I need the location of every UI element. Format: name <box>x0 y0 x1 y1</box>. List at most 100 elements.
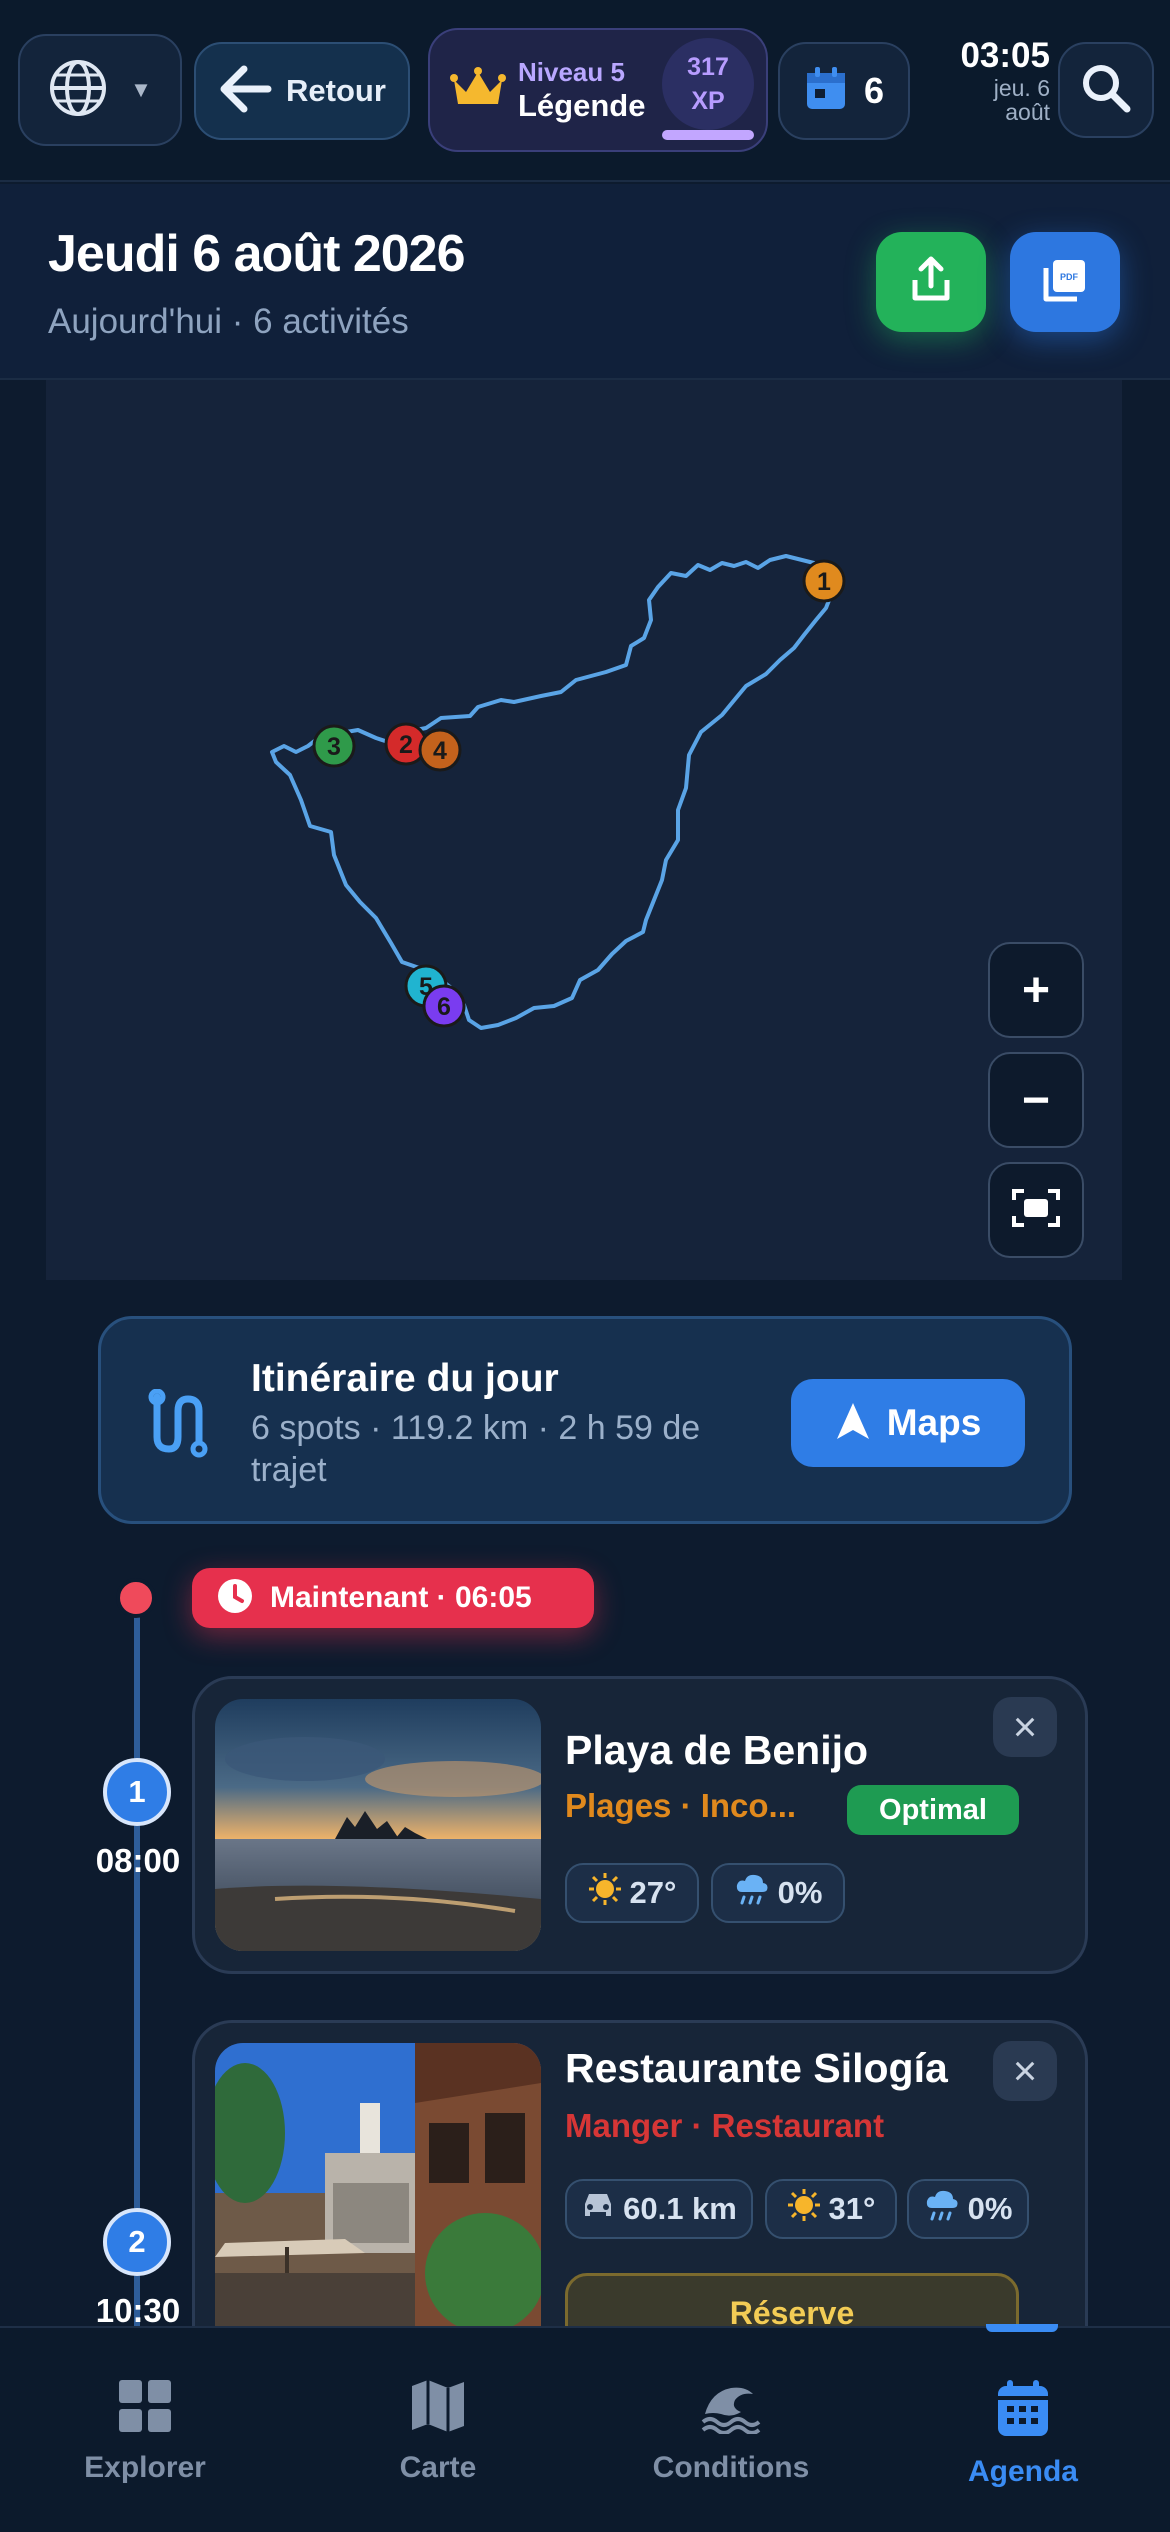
calendar-icon <box>804 65 848 118</box>
close-icon: × <box>1012 1703 1038 1750</box>
nav-conditions[interactable]: Conditions <box>586 2378 876 2485</box>
day-subtitle: Aujourd'hui · 6 activités <box>48 302 409 341</box>
clock: 03:05 jeu. 6 août <box>930 36 1050 124</box>
route-icon <box>145 1388 211 1464</box>
map-marker-3[interactable]: 3 <box>312 724 356 768</box>
rain-pill: 0% <box>907 2179 1029 2239</box>
level-label: Niveau 5 <box>518 56 625 87</box>
search-button[interactable] <box>1058 42 1154 138</box>
map-marker-4[interactable]: 4 <box>418 728 462 772</box>
temperature-pill: 31° <box>765 2179 897 2239</box>
sun-icon <box>787 2188 821 2230</box>
svg-text:1: 1 <box>817 568 831 596</box>
clock-time: 03:05 <box>960 36 1050 75</box>
spot-photo <box>215 2043 541 2326</box>
svg-text:PDF: PDF <box>1060 272 1079 282</box>
reserve-button[interactable]: Réserve <box>565 2273 1019 2326</box>
bottom-nav: Explorer Carte Conditions Agenda <box>0 2324 1170 2532</box>
top-bar: ▼ Retour Niveau 5 Légende 317 XP 6 03:05… <box>0 0 1170 182</box>
calendar-button[interactable]: 6 <box>778 42 910 140</box>
clock-date-day: jeu. 6 <box>993 75 1050 101</box>
level-badge[interactable]: Niveau 5 Légende 317 XP <box>428 28 768 152</box>
svg-text:2: 2 <box>399 731 413 759</box>
maps-label: Maps <box>886 1402 982 1443</box>
temperature-value: 31° <box>828 2191 876 2226</box>
step-number: 1 <box>103 1758 171 1826</box>
rain-value: 0% <box>777 1875 823 1910</box>
temperature-pill: 27° <box>565 1863 699 1923</box>
navigation-arrow-icon <box>835 1401 871 1446</box>
map-view[interactable]: 1 3 2 4 5 6 + − <box>46 380 1122 1280</box>
chevron-down-icon: ▼ <box>130 77 152 102</box>
language-selector[interactable]: ▼ <box>18 34 182 146</box>
island-outline <box>270 554 835 1030</box>
nav-label: Explorer <box>84 2451 206 2484</box>
back-label: Retour <box>286 73 386 108</box>
map-marker-6[interactable]: 6 <box>422 984 466 1028</box>
plus-icon: + <box>1021 963 1051 1017</box>
activity-card[interactable]: Playa de Benijo Plages · Inco... Optimal… <box>192 1676 1088 1974</box>
search-icon <box>1080 62 1132 119</box>
itinerary-card: Itinéraire du jour 6 spots · 119.2 km · … <box>98 1316 1072 1524</box>
active-tab-indicator <box>986 2324 1058 2332</box>
arrow-left-icon <box>218 64 272 119</box>
minus-icon: − <box>1021 1073 1051 1127</box>
distance-value: 60.1 km <box>623 2191 737 2226</box>
car-icon <box>581 2190 615 2228</box>
pdf-icon: PDF <box>1041 256 1089 309</box>
svg-text:6: 6 <box>437 993 451 1021</box>
rain-cloud-icon <box>734 1872 770 1914</box>
nav-carte[interactable]: Carte <box>293 2378 583 2485</box>
fullscreen-icon <box>1011 1188 1061 1233</box>
rain-value: 0% <box>967 2191 1013 2226</box>
nav-label: Agenda <box>967 2455 1078 2488</box>
activity-card[interactable]: Restaurante Silogía Manger · Restaurant … <box>192 2020 1088 2326</box>
step-time: 08:00 <box>95 1842 181 1879</box>
svg-text:4: 4 <box>433 737 447 765</box>
map-marker-1[interactable]: 1 <box>802 559 846 603</box>
open-maps-button[interactable]: Maps <box>791 1379 1025 1467</box>
crown-icon <box>450 66 506 115</box>
remove-activity-button[interactable]: × <box>993 2041 1057 2101</box>
back-button[interactable]: Retour <box>194 42 410 140</box>
spot-category: Manger · Restaurant <box>565 2107 885 2144</box>
spot-photo <box>215 1699 541 1951</box>
share-button[interactable] <box>876 232 986 332</box>
zoom-out-button[interactable]: − <box>988 1052 1084 1148</box>
svg-text:3: 3 <box>327 733 341 761</box>
sun-icon <box>588 1872 622 1914</box>
wave-icon <box>701 2378 761 2439</box>
itinerary-title: Itinéraire du jour <box>251 1357 559 1400</box>
temperature-value: 27° <box>629 1875 677 1910</box>
nav-agenda[interactable]: Agenda <box>878 2378 1168 2489</box>
calendar-icon <box>995 2378 1051 2443</box>
clock-icon <box>216 1577 254 1620</box>
remove-activity-button[interactable]: × <box>993 1697 1057 1757</box>
share-icon <box>909 256 953 309</box>
fit-bounds-button[interactable] <box>988 1162 1084 1258</box>
calendar-count: 6 <box>863 70 885 111</box>
status-badge: Optimal <box>847 1785 1019 1835</box>
nav-label: Conditions <box>652 2451 810 2484</box>
itinerary-summary: 6 spots · 119.2 km · 2 h 59 de trajet <box>251 1409 701 1489</box>
now-label: Maintenant · 06:05 <box>270 1581 532 1614</box>
zoom-in-button[interactable]: + <box>988 942 1084 1038</box>
pdf-export-button[interactable]: PDF <box>1010 232 1120 332</box>
xp-value: 317 <box>687 53 729 81</box>
now-indicator-dot <box>116 1578 156 1618</box>
step-number: 2 <box>103 2208 171 2276</box>
spot-name: Playa de Benijo <box>565 1727 869 1773</box>
xp-counter: 317 XP <box>662 38 754 130</box>
xp-unit: XP <box>691 87 725 115</box>
rain-pill: 0% <box>711 1863 845 1923</box>
step-time: 10:30 <box>95 2292 181 2329</box>
level-name: Légende <box>518 87 646 123</box>
clock-date-month: août <box>1005 99 1050 125</box>
spot-category: Plages · Inco... <box>565 1787 797 1824</box>
xp-progress-bar <box>662 130 754 140</box>
nav-label: Carte <box>399 2451 477 2484</box>
grid-icon <box>117 2378 173 2439</box>
now-badge: Maintenant · 06:05 <box>192 1568 594 1628</box>
nav-explorer[interactable]: Explorer <box>0 2378 290 2485</box>
globe-icon <box>48 58 108 123</box>
